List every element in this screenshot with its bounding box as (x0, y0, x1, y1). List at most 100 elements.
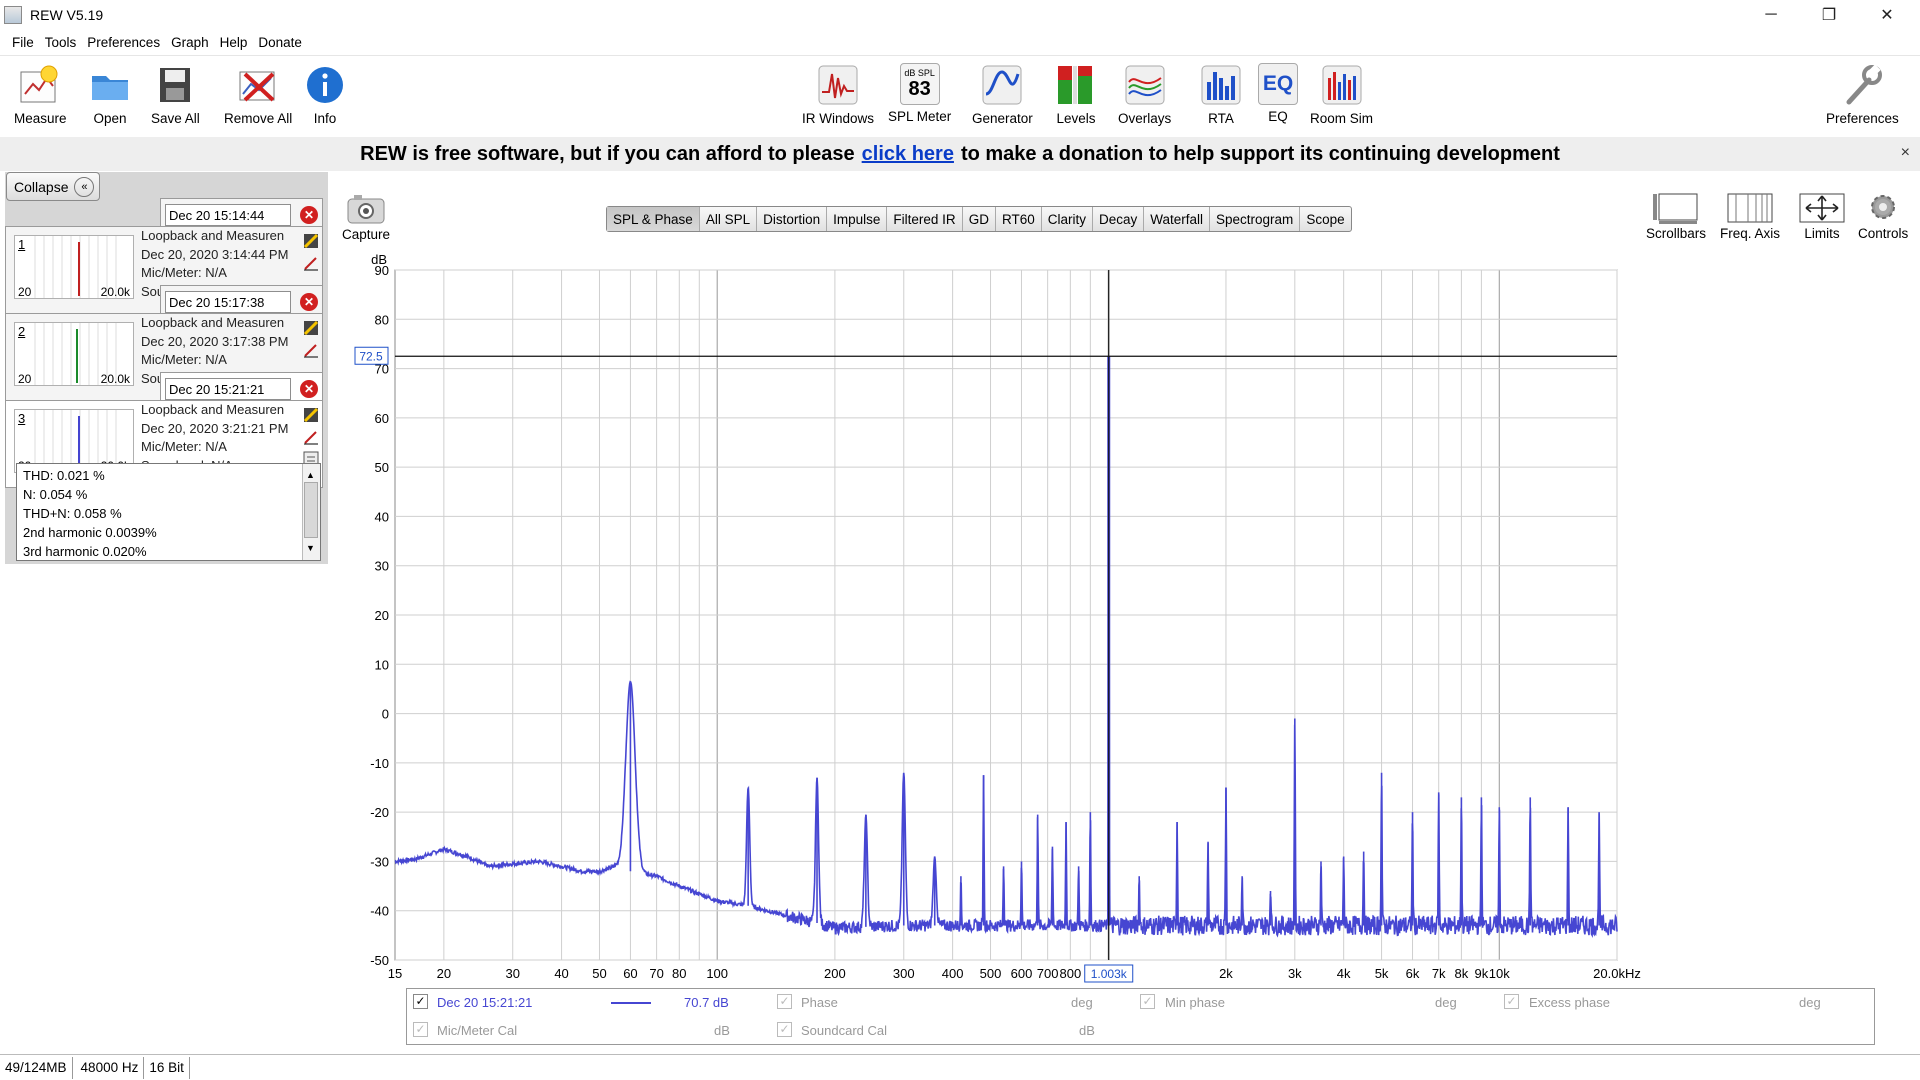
x-tick-label: 10k (1489, 966, 1510, 981)
freq-axis-label: Freq. Axis (1720, 226, 1781, 241)
min-phase-checkbox[interactable]: ✓ (1140, 994, 1155, 1009)
measurement-description: Loopback and Measuren (141, 402, 285, 417)
legend-trace-value: 70.7 dB (684, 995, 729, 1010)
room-sim-button[interactable]: Room Sim (1310, 63, 1373, 126)
x-tick-label: 800 (1059, 966, 1081, 981)
measurement-name-input[interactable] (165, 291, 291, 313)
graph-tab[interactable]: Scope (1300, 207, 1350, 231)
mic-cal-checkbox[interactable]: ✓ (413, 1022, 428, 1037)
graph-tab[interactable]: Decay (1093, 207, 1145, 231)
x-tick-label: 5k (1375, 966, 1389, 981)
graph-tab[interactable]: Impulse (827, 207, 888, 231)
close-window-button[interactable]: ✕ (1858, 0, 1916, 29)
soundcard-cal-checkbox[interactable]: ✓ (777, 1022, 792, 1037)
overlays-button[interactable]: Overlays (1118, 63, 1171, 126)
graph-tab[interactable]: Filtered IR (887, 207, 963, 231)
rta-button[interactable]: RTA (1199, 63, 1243, 126)
scrollbar-thumb[interactable] (304, 482, 318, 538)
remove-all-label: Remove All (224, 111, 293, 126)
delete-measurement-icon[interactable]: ✕ (300, 380, 318, 398)
scrollbars-label: Scrollbars (1646, 226, 1707, 241)
distortion-scrollbar[interactable]: ▲ ▼ (302, 464, 320, 560)
phase-label: Phase (801, 995, 838, 1010)
collapse-label: Collapse (14, 178, 69, 195)
graph-tab[interactable]: Waterfall (1144, 207, 1211, 231)
measurement-thumbnail[interactable]: 1 20 20.0k (14, 235, 134, 299)
eq-icon-text: EQ (1262, 72, 1294, 95)
donate-link[interactable]: click here (862, 143, 954, 166)
measure-button[interactable]: Measure (14, 63, 67, 126)
measure-icon (18, 63, 62, 107)
x-tick-label: 7k (1432, 966, 1446, 981)
y-tick-label: 80 (375, 312, 389, 327)
y-tick-label: 0 (382, 707, 389, 722)
controls-button[interactable]: Controls (1858, 188, 1908, 241)
minimize-button[interactable]: ─ (1742, 0, 1800, 29)
graph-tab[interactable]: Spectrogram (1210, 207, 1301, 231)
menu-preferences[interactable]: Preferences (87, 35, 160, 50)
menu-file[interactable]: File (12, 35, 34, 50)
graph-tab[interactable]: All SPL (700, 207, 758, 231)
y-tick-label: 20 (375, 608, 389, 623)
menu-help[interactable]: Help (220, 35, 248, 50)
color-picker-icon[interactable] (303, 320, 319, 336)
y-tick-label: 30 (375, 559, 389, 574)
scroll-down-icon[interactable]: ▼ (306, 539, 315, 558)
delete-measurement-icon[interactable]: ✕ (300, 206, 318, 224)
pen-icon[interactable] (303, 342, 319, 358)
graph-tab[interactable]: SPL & Phase (607, 207, 700, 231)
phase-unit: deg (1071, 995, 1093, 1010)
preferences-button[interactable]: Preferences (1826, 63, 1899, 126)
menu-donate[interactable]: Donate (258, 35, 302, 50)
color-picker-icon[interactable] (303, 407, 319, 423)
measurement-description: Loopback and Measuren (141, 315, 285, 330)
measurement-name-input[interactable] (165, 204, 291, 226)
menu-bar: File Tools Preferences Graph Help Donate (0, 29, 1920, 56)
delete-measurement-icon[interactable]: ✕ (300, 293, 318, 311)
measure-label: Measure (14, 111, 67, 126)
rta-icon (1199, 63, 1243, 107)
pen-icon[interactable] (303, 429, 319, 445)
collapse-button[interactable]: Collapse « (6, 172, 100, 201)
freq-axis-button[interactable]: Freq. Axis (1720, 188, 1780, 241)
spl-meter-unit: dB SPL (904, 67, 935, 78)
open-button[interactable]: Open (88, 63, 132, 126)
graph-tab[interactable]: RT60 (996, 207, 1042, 231)
banner-text-after: to make a donation to help support its c… (960, 142, 1560, 165)
limits-button[interactable]: Limits (1798, 188, 1846, 241)
preferences-label: Preferences (1826, 111, 1899, 126)
maximize-button[interactable]: ❐ (1800, 0, 1858, 29)
menu-graph[interactable]: Graph (171, 35, 209, 50)
spl-meter-button[interactable]: dB SPL 83 SPL Meter (888, 63, 951, 124)
scrollbars-button[interactable]: Scrollbars (1646, 188, 1706, 241)
banner-text-before: REW is free software, but if you can aff… (360, 142, 855, 165)
save-all-button[interactable]: Save All (151, 63, 200, 126)
app-icon (4, 5, 22, 24)
x-tick-label: 600 (1011, 966, 1033, 981)
graph-tab[interactable]: GD (963, 207, 996, 231)
remove-all-button[interactable]: Remove All (224, 63, 292, 126)
y-tick-label: -20 (370, 805, 389, 820)
eq-button[interactable]: EQ EQ (1258, 63, 1298, 124)
color-picker-icon[interactable] (303, 233, 319, 249)
capture-button[interactable]: Capture (342, 191, 390, 242)
x-tick-label: 6k (1406, 966, 1420, 981)
spl-graph[interactable]: dB9080706050403020100-10-20-30-40-5015 20… (352, 248, 1902, 988)
menu-tools[interactable]: Tools (45, 35, 77, 50)
generator-button[interactable]: Generator (972, 63, 1033, 126)
graph-tab[interactable]: Distortion (757, 207, 828, 231)
spl-meter-label: SPL Meter (888, 109, 952, 124)
graph-tab[interactable]: Clarity (1042, 207, 1093, 231)
measurement-name-input[interactable] (165, 378, 291, 400)
banner-close-icon[interactable]: × (1901, 144, 1910, 162)
ir-windows-button[interactable]: IR Windows (802, 63, 874, 126)
levels-button[interactable]: Levels (1054, 63, 1098, 126)
excess-phase-checkbox[interactable]: ✓ (1504, 994, 1519, 1009)
pen-icon[interactable] (303, 255, 319, 271)
limits-icon (1798, 188, 1846, 226)
trace-checkbox[interactable]: ✓ (413, 994, 428, 1009)
phase-checkbox[interactable]: ✓ (777, 994, 792, 1009)
controls-label: Controls (1858, 226, 1909, 241)
measurement-thumbnail[interactable]: 2 20 20.0k (14, 322, 134, 386)
info-button[interactable]: Info (303, 63, 347, 126)
